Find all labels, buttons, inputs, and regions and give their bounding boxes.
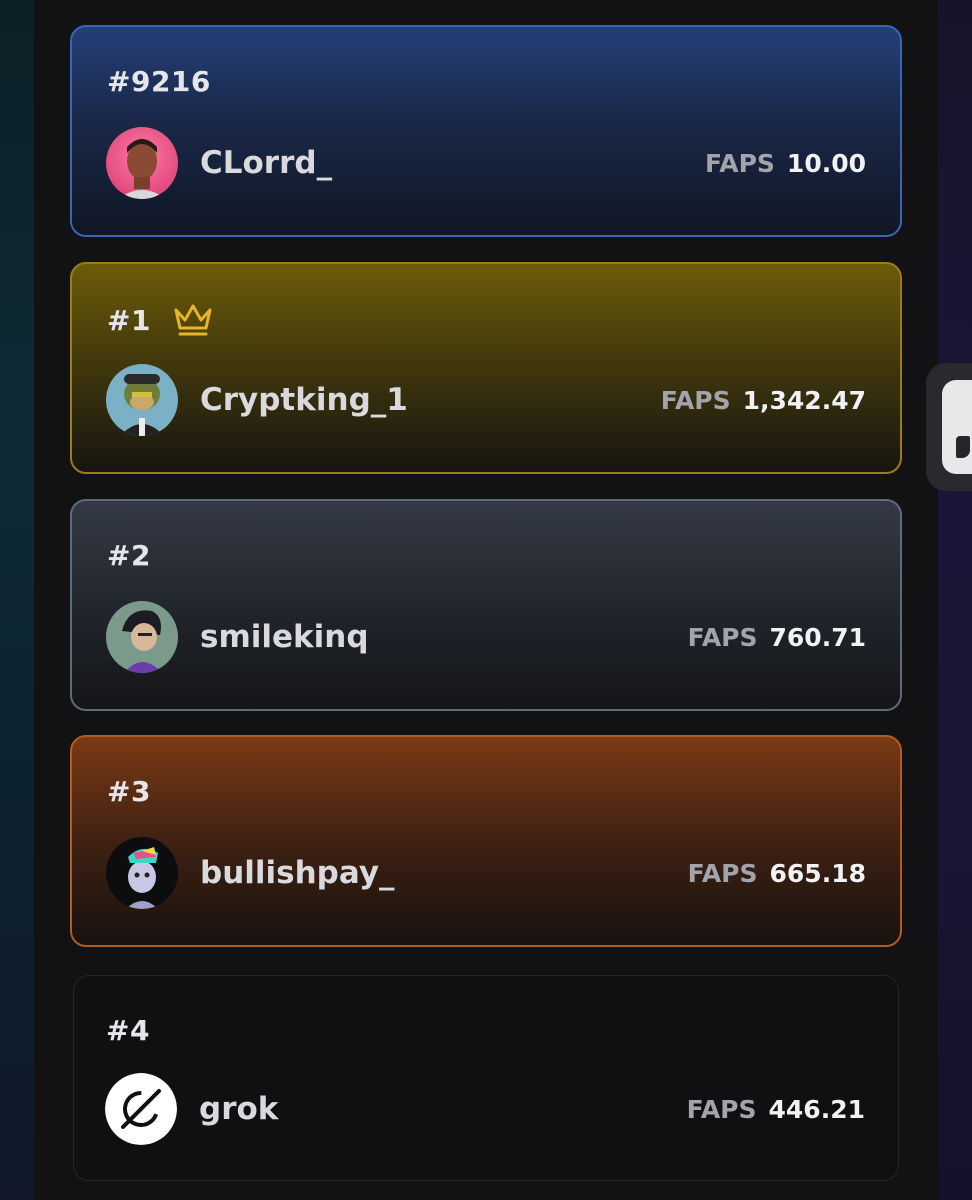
user-row: smilekinq FAPS 760.71 [106,600,866,674]
score-label: FAPS [686,1094,757,1124]
score-value: 446.21 [768,1094,865,1124]
rank-label: #1 [107,303,151,337]
rank-row: #1 [107,302,213,338]
score: FAPS 1,342.47 [661,386,866,415]
leaderboard-entry-3[interactable]: #3 bullishpay_ FAPS 665.18 [70,735,902,947]
score-value: 1,342.47 [742,385,866,415]
rank-label: #9216 [107,65,211,98]
username[interactable]: Cryptking_1 [200,382,661,418]
current-user-card[interactable]: #9216 CLorrd_ FAPS 10.00 [70,25,902,237]
username[interactable]: bullishpay_ [200,855,688,891]
score-label: FAPS [705,148,775,178]
avatar[interactable] [106,837,178,909]
score-value: 10.00 [786,148,866,178]
score: FAPS 10.00 [705,149,866,178]
score: FAPS 446.21 [687,1095,865,1124]
widget-glyph-icon [956,436,970,458]
side-floating-widget[interactable] [926,363,972,491]
user-row: bullishpay_ FAPS 665.18 [106,836,866,910]
avatar[interactable] [106,601,178,673]
rank-label: #2 [107,539,151,572]
rank-row: #4 [106,1014,150,1047]
leaderboard-entry-1[interactable]: #1 Cryptking_1 FAPS 1,342.47 [70,262,902,474]
score-value: 665.18 [769,858,866,888]
score-label: FAPS [660,385,731,415]
rank-row: #2 [107,539,151,572]
score: FAPS 665.18 [688,859,866,888]
leaderboard-entry-2[interactable]: #2 smilekinq FAPS 760.71 [70,499,902,711]
user-row: CLorrd_ FAPS 10.00 [106,126,866,200]
left-background-edge [0,0,34,1200]
avatar[interactable] [106,127,178,199]
right-background-edge [937,0,972,1200]
rank-row: #9216 [107,65,211,98]
side-widget-button[interactable] [942,380,972,474]
grok-logo-icon[interactable] [105,1073,177,1145]
rank-label: #3 [107,775,151,808]
user-row: grok FAPS 446.21 [105,1072,865,1146]
crown-icon [173,302,213,338]
rank-label: #4 [106,1014,150,1047]
score-value: 760.71 [769,622,866,652]
score-label: FAPS [687,858,758,888]
username[interactable]: smilekinq [200,619,688,655]
score-label: FAPS [687,622,758,652]
rank-row: #3 [107,775,151,808]
score: FAPS 760.71 [688,623,866,652]
username[interactable]: CLorrd_ [200,145,705,181]
user-row: Cryptking_1 FAPS 1,342.47 [106,363,866,437]
avatar[interactable] [106,364,178,436]
leaderboard-entry-4[interactable]: #4 grok FAPS 446.21 [73,975,899,1181]
username[interactable]: grok [199,1091,687,1127]
